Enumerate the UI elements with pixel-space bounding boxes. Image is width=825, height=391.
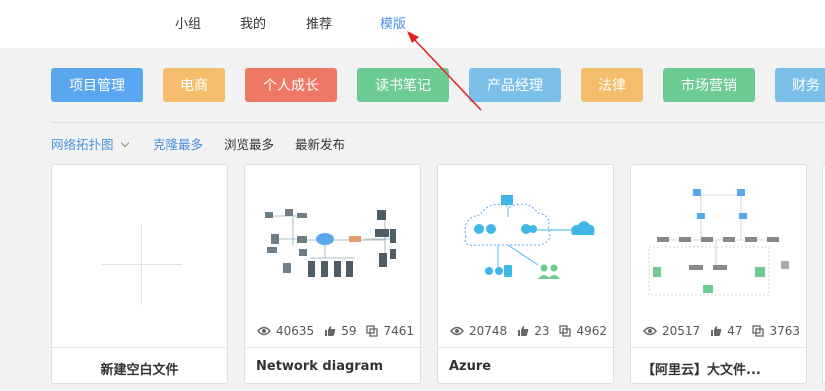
category-tag-ecommerce[interactable]: 电商: [163, 68, 225, 102]
category-tag-reading-notes[interactable]: 读书笔记: [357, 68, 449, 102]
nav-tab-mine[interactable]: 我的: [240, 13, 266, 32]
plus-icon: [102, 264, 182, 265]
template-card-blank[interactable]: 新建空白文件: [51, 164, 228, 384]
card-title: 【阿里云】大文件...: [642, 363, 761, 378]
diagram-type-dropdown[interactable]: 网络拓扑图: [51, 134, 129, 153]
template-card-azure[interactable]: 20748 23 4962 Azure: [437, 164, 614, 384]
clone-count: 7461: [383, 324, 415, 338]
section-divider: [51, 122, 825, 123]
card-title: 新建空白文件: [100, 363, 179, 378]
clone-icon: [752, 325, 765, 337]
card-stats: 40635 59 7461: [257, 324, 420, 338]
category-tag-personal-growth[interactable]: 个人成长: [245, 68, 337, 102]
card-stats: 20748 23 4962: [450, 324, 613, 338]
view-count: 20748: [469, 324, 508, 338]
thumbs-up-icon: [325, 326, 336, 336]
azure-diagram-thumbnail: [464, 195, 595, 279]
clone-count: 4962: [576, 324, 608, 338]
like-count: 23: [534, 324, 550, 338]
category-tag-finance[interactable]: 财务: [775, 68, 825, 102]
thumbs-up-icon: [711, 326, 722, 336]
sort-most-cloned[interactable]: 克隆最多: [153, 134, 203, 153]
category-tag-law[interactable]: 法律: [581, 68, 643, 102]
category-tag-product-manager[interactable]: 产品经理: [469, 68, 561, 102]
template-card-aliyun[interactable]: 20517 47 3763 【阿里云】大文件...: [630, 164, 807, 384]
network-diagram-thumbnail: [265, 209, 396, 277]
eye-icon: [257, 326, 271, 336]
view-count: 40635: [276, 324, 315, 338]
thumbs-up-icon: [518, 326, 529, 336]
aliyun-diagram-thumbnail: [648, 189, 789, 296]
sort-most-viewed[interactable]: 浏览最多: [224, 134, 274, 153]
card-title: Azure: [449, 359, 492, 374]
clone-count: 3763: [769, 324, 801, 338]
card-stats: 20517 47 3763: [643, 324, 806, 338]
eye-icon: [450, 326, 464, 336]
view-count: 20517: [662, 324, 701, 338]
top-nav-bar: 小组 我的 推荐 模版: [0, 0, 825, 48]
nav-tab-templates[interactable]: 模版: [380, 13, 406, 32]
category-tag-project-management[interactable]: 项目管理: [51, 68, 143, 102]
nav-tab-groups[interactable]: 小组: [175, 13, 201, 32]
card-title: Network diagram: [256, 359, 384, 374]
blank-thumbnail: [52, 165, 227, 315]
nav-tab-recommended[interactable]: 推荐: [306, 13, 332, 32]
like-count: 59: [341, 324, 357, 338]
template-card-network-diagram[interactable]: 40635 59 7461 Network diagram: [244, 164, 421, 384]
category-tag-row: 项目管理 电商 个人成长 读书笔记 产品经理 法律 市场营销 财务: [0, 68, 825, 102]
category-tag-marketing[interactable]: 市场营销: [663, 68, 755, 102]
clone-icon: [366, 325, 379, 337]
clone-icon: [559, 325, 572, 337]
eye-icon: [643, 326, 657, 336]
diagram-type-dropdown-label: 网络拓扑图: [51, 137, 114, 152]
like-count: 47: [727, 324, 743, 338]
sort-newest[interactable]: 最新发布: [295, 134, 345, 153]
chevron-down-icon: [120, 138, 129, 148]
